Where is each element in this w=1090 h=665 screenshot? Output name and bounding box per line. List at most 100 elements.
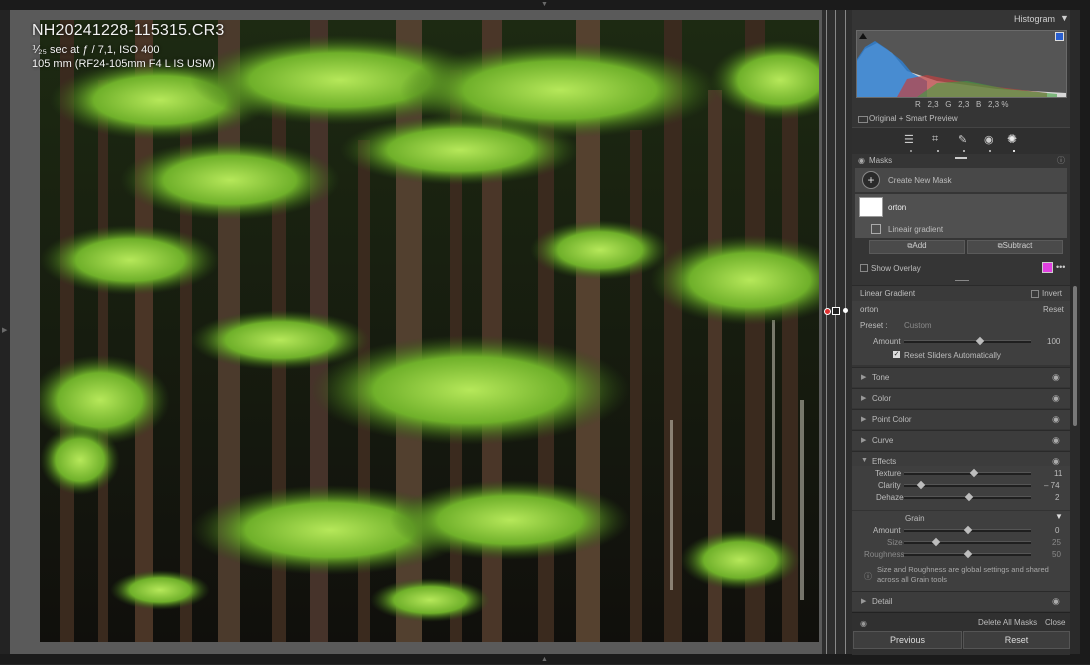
clarity-value[interactable]: – 74 — [1044, 481, 1060, 490]
shadow-clipping-icon[interactable] — [859, 33, 867, 39]
expand-icon: ▶ — [861, 598, 867, 605]
redeye-icon[interactable]: ◉ — [984, 133, 994, 146]
expand-icon: ▶ — [861, 437, 867, 444]
show-overlay-checkbox[interactable] — [860, 264, 868, 272]
photo-exposure: ⅟₂₅ sec at ƒ / 7,1, ISO 400 — [32, 44, 160, 56]
tool-dot — [937, 150, 939, 152]
overlay-color-swatch[interactable] — [1042, 262, 1053, 273]
r-label: R — [915, 100, 921, 109]
tone-title: Tone — [872, 373, 890, 382]
help-icon[interactable]: ⓘ — [1057, 155, 1065, 166]
scrollbar-thumb[interactable] — [1073, 286, 1077, 426]
grain-size-value[interactable]: 25 — [1052, 538, 1061, 547]
masks-title: Masks — [869, 156, 893, 165]
subtract-label: Subtract — [1002, 241, 1033, 250]
create-mask-button[interactable] — [855, 168, 1067, 192]
masks-eye-icon[interactable]: ◉ — [858, 156, 865, 165]
show-overlay-label: Show Overlay — [871, 264, 921, 273]
eye-icon[interactable]: ◉ — [1052, 393, 1060, 404]
photo-preview[interactable] — [40, 20, 819, 642]
color-section[interactable]: ▶ Color ◉ — [852, 388, 1070, 408]
effects-section[interactable]: ▼ Effects ◉ — [852, 451, 1070, 466]
histogram-collapse-icon[interactable]: ▼ — [1060, 13, 1069, 23]
mask-name[interactable]: orton — [888, 203, 906, 212]
amount-value[interactable]: 100 — [1047, 337, 1060, 346]
histogram-title[interactable]: Histogram — [1014, 14, 1055, 24]
close-masks[interactable]: Close — [1045, 618, 1065, 627]
linear-gradient-title: Linear Gradient — [860, 289, 916, 298]
reset-sliders-checkbox[interactable]: ✓ — [893, 351, 900, 358]
add-label: Add — [912, 241, 927, 250]
previous-button[interactable]: Previous — [853, 631, 962, 649]
effects-title: Effects — [872, 457, 897, 466]
collapse-top-icon[interactable]: ▼ — [541, 0, 548, 10]
gradient-red-pin[interactable] — [824, 308, 831, 315]
panel-grip[interactable] — [955, 157, 967, 159]
heal-icon[interactable]: ✎ — [958, 133, 967, 146]
amount-label: Amount — [873, 337, 901, 346]
crop-icon[interactable]: ⌗ — [932, 133, 938, 146]
grain-title: Grain — [905, 514, 925, 523]
gradient-name[interactable]: orton — [860, 305, 878, 314]
grain-roughness-value[interactable]: 50 — [1052, 550, 1061, 559]
panel-grip[interactable] — [955, 280, 969, 281]
expand-icon: ▶ — [861, 416, 867, 423]
eye-icon[interactable]: ◉ — [1052, 414, 1060, 425]
highlight-clipping-icon[interactable] — [1055, 32, 1064, 41]
amount-slider[interactable] — [904, 340, 1031, 343]
grain-size-label: Size — [887, 538, 903, 547]
clarity-label: Clarity — [878, 481, 901, 490]
sliders-icon[interactable]: ☰ — [904, 133, 914, 146]
delete-all-masks[interactable]: Delete All Masks — [978, 618, 1037, 627]
b-value: 2,3 — [987, 100, 1000, 109]
mask-thumbnail[interactable] — [859, 197, 883, 217]
subtract-button[interactable]: ⧉Subtract — [967, 240, 1063, 254]
left-panel-toggle-icon[interactable]: ▶ — [2, 326, 7, 336]
gradient-white-pin[interactable] — [843, 308, 848, 313]
photo-filename: NH20241228-115315.CR3 — [32, 22, 225, 39]
histogram-chart[interactable] — [856, 30, 1067, 98]
mask-item-orton[interactable] — [855, 194, 1067, 238]
expand-icon: ▶ — [861, 395, 867, 402]
gradient-reset[interactable]: Reset — [1043, 305, 1064, 314]
smart-preview-label[interactable]: Original + Smart Preview — [869, 114, 958, 123]
grain-collapse-icon[interactable]: ▼ — [1055, 512, 1063, 521]
g-value: 2,3 — [958, 100, 970, 109]
curve-section[interactable]: ▶ Curve ◉ — [852, 430, 1070, 450]
preset-value[interactable]: Custom — [904, 321, 932, 330]
tool-dot — [963, 150, 965, 152]
detail-section[interactable]: ▶ Detail ◉ — [852, 591, 1070, 611]
gradient-center-pin[interactable] — [832, 307, 840, 315]
mask-component-name[interactable]: Lineair gradient — [888, 225, 943, 234]
eye-icon[interactable]: ◉ — [1052, 372, 1060, 383]
info-icon: ⓘ — [864, 572, 872, 581]
eye-icon[interactable]: ◉ — [1052, 596, 1060, 607]
add-mask-icon[interactable]: + — [862, 171, 880, 189]
grain-size-slider[interactable] — [904, 541, 1031, 544]
expand-icon: ▶ — [861, 374, 867, 381]
grain-note: Size and Roughness are global settings a… — [877, 565, 1049, 584]
detail-title: Detail — [872, 597, 893, 606]
grain-amount-value[interactable]: 0 — [1055, 526, 1059, 535]
top-panel-toggle[interactable]: ▼ — [0, 0, 1090, 10]
create-mask-label: Create New Mask — [888, 176, 952, 185]
dehaze-label: Dehaze — [876, 493, 904, 502]
dehaze-value[interactable]: 2 — [1055, 493, 1059, 502]
masking-icon[interactable]: ✺ — [1007, 132, 1017, 146]
overlay-options-icon[interactable]: ••• — [1056, 262, 1065, 272]
bottom-panel-toggle[interactable]: ▲ — [0, 654, 1090, 664]
tone-section[interactable]: ▶ Tone ◉ — [852, 367, 1070, 387]
eye-icon[interactable]: ◉ — [1052, 435, 1060, 446]
tool-dot — [989, 150, 991, 152]
g-label: G — [945, 100, 952, 109]
collapse-icon: ▼ — [861, 457, 868, 464]
curve-title: Curve — [872, 436, 894, 445]
footer-eye-icon[interactable]: ◉ — [860, 619, 867, 628]
texture-value[interactable]: 11 — [1054, 469, 1062, 478]
texture-slider[interactable] — [904, 472, 1031, 475]
invert-checkbox[interactable] — [1031, 290, 1039, 298]
forest-photo — [40, 20, 819, 642]
add-button[interactable]: ⧉Add — [869, 240, 965, 254]
reset-button[interactable]: Reset — [963, 631, 1070, 649]
point-color-section[interactable]: ▶ Point Color ◉ — [852, 409, 1070, 429]
